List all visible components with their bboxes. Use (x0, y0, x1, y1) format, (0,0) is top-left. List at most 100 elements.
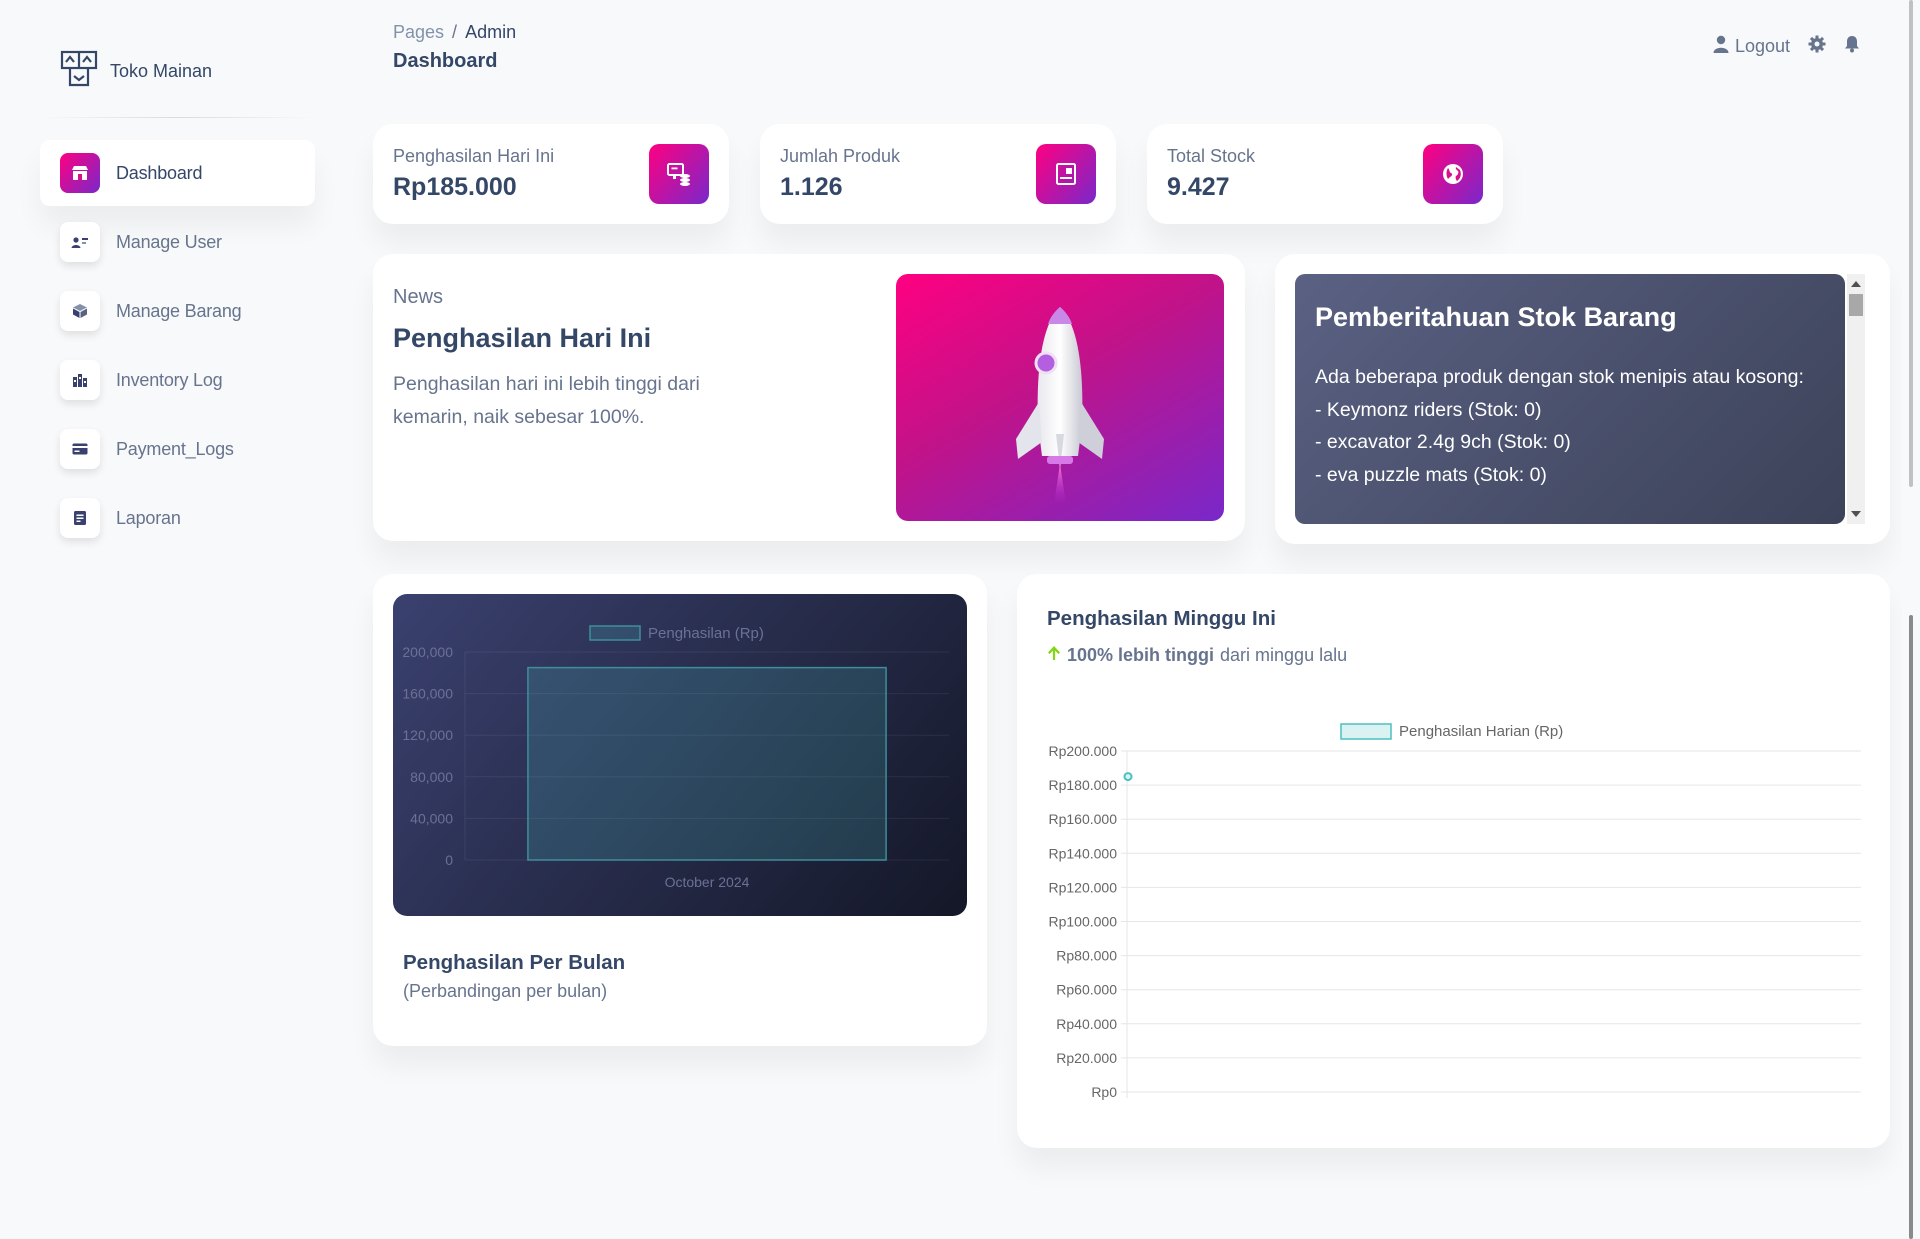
sidebar-item-inventory-log[interactable]: Inventory Log (40, 347, 315, 413)
stat-card-products: Jumlah Produk 1.126 (760, 124, 1116, 224)
notification-scroll-area[interactable]: Pemberitahuan Stok Barang Ada beberapa p… (1295, 274, 1845, 524)
y-tick-label: Rp140.000 (1048, 845, 1117, 861)
page-scroll-thumb[interactable] (1909, 615, 1913, 1239)
bar (527, 666, 887, 861)
news-text: Penghasilan hari ini lebih tinggi dari k… (393, 373, 700, 428)
notification-panel: Pemberitahuan Stok Barang Ada beberapa p… (1295, 274, 1845, 524)
weekly-rest: dari minggu lalu (1220, 645, 1348, 665)
brand[interactable]: Toko Mainan (60, 50, 212, 93)
rocket-icon (1016, 307, 1104, 504)
breadcrumb: Pages / Admin (393, 22, 516, 43)
weekly-income-card: Penghasilan Minggu Ini 100% lebih tinggi… (1017, 574, 1890, 1148)
y-tick-label: 40,000 (410, 810, 453, 826)
sidebar-item-label: Dashboard (116, 162, 203, 183)
credit-card-icon (60, 429, 100, 469)
logout-label: Logout (1734, 36, 1790, 56)
x-tick-label: October 2024 (665, 874, 750, 890)
stock-notification-card: Pemberitahuan Stok Barang Ada beberapa p… (1275, 254, 1890, 544)
stat-value: 9.427 (1167, 173, 1230, 201)
stat-label: Penghasilan Hari Ini (393, 146, 555, 166)
sidebar-item-label: Inventory Log (116, 369, 223, 390)
news-card: News Penghasilan Hari Ini Penghasilan ha… (373, 254, 1245, 541)
monthly-chart-subtitle: (Perbandingan per bulan) (403, 981, 608, 1001)
shop-icon (60, 153, 100, 193)
user-cards-icon (60, 222, 100, 262)
legend-label: Penghasilan Harian (Rp) (1399, 723, 1563, 740)
page-scroll-track-top (1909, 0, 1913, 487)
scroll-up-arrow-icon[interactable] (1851, 281, 1861, 287)
sidebar-item-label: Payment_Logs (116, 438, 234, 459)
y-tick-label: Rp0 (1091, 1084, 1117, 1100)
scroll-thumb[interactable] (1849, 294, 1863, 316)
weekly-chart-subtitle: 100% lebih tinggi dari minggu lalu (1047, 645, 1347, 666)
warehouse-icon (60, 360, 100, 400)
y-tick-label: Rp40.000 (1056, 1016, 1117, 1032)
sidebar-item-label: Manage Barang (116, 300, 242, 321)
notification-scrollbar[interactable] (1847, 274, 1865, 524)
store-logo-icon (60, 50, 98, 93)
notification-line: - excavator 2.4g 9ch (Stok: 0) (1315, 431, 1571, 453)
stat-label: Jumlah Produk (780, 146, 901, 166)
product-icon (1036, 144, 1096, 204)
stat-card-stock: Total Stock 9.427 (1147, 124, 1503, 224)
box-icon (60, 291, 100, 331)
weekly-highlight: 100% lebih tinggi (1067, 645, 1215, 665)
breadcrumb-root[interactable]: Pages (393, 22, 444, 42)
notification-line: - eva puzzle mats (Stok: 0) (1315, 463, 1547, 486)
document-icon (60, 498, 100, 538)
notification-line: - Keymonz riders (Stok: 0) (1315, 398, 1542, 421)
sidebar-item-label: Manage User (116, 231, 222, 252)
y-tick-label: 200,000 (402, 644, 453, 660)
money-coins-icon (649, 144, 709, 204)
y-tick-label: Rp160.000 (1048, 811, 1117, 827)
weekly-line-chart: Rp200.000 Rp180.000 Rp160.000 Rp140.000 Rp12… (1048, 723, 1861, 1100)
page-scrollbar[interactable] (1902, 0, 1920, 1239)
stat-card-income: Penghasilan Hari Ini Rp185.000 (373, 124, 729, 224)
user-icon (1713, 35, 1729, 58)
news-subtitle: News (393, 286, 444, 308)
y-tick-label: Rp80.000 (1056, 948, 1117, 964)
notification-intro: Ada beberapa produk dengan stok menipis … (1315, 366, 1804, 388)
notification-title: Pemberitahuan Stok Barang (1315, 302, 1677, 332)
brand-name: Toko Mainan (110, 61, 213, 81)
y-tick-label: 80,000 (410, 769, 453, 785)
monthly-income-card: 200,000 160,000 120,000 80,000 40,000 0 Octobe… (373, 574, 987, 1046)
y-tick-label: 0 (445, 852, 453, 868)
sidebar-nav: Dashboard Manage User Manage Barang Inve… (40, 140, 315, 554)
logout-link[interactable]: Logout (1713, 35, 1790, 58)
sidebar-item-label: Laporan (116, 507, 181, 528)
monthly-chart-title: Penghasilan Per Bulan (403, 951, 626, 974)
breadcrumb-separator: / (452, 22, 458, 42)
legend-swatch (589, 625, 641, 641)
sidebar-divider (40, 117, 315, 118)
monthly-chart-panel: 200,000 160,000 120,000 80,000 40,000 0 Octobe… (393, 594, 967, 916)
scroll-down-arrow-icon[interactable] (1851, 511, 1861, 517)
page-title: Dashboard (393, 50, 498, 72)
gear-icon[interactable] (1808, 35, 1826, 58)
y-tick-label: Rp120.000 (1048, 879, 1117, 895)
y-tick-label: Rp100.000 (1048, 914, 1117, 930)
news-title: Penghasilan Hari Ini (393, 323, 652, 353)
y-tick-label: Rp60.000 (1056, 982, 1117, 998)
y-tick-label: Rp20.000 (1056, 1050, 1117, 1066)
sidebar-item-payment-logs[interactable]: Payment_Logs (40, 416, 315, 482)
weekly-chart-title: Penghasilan Minggu Ini (1047, 607, 1276, 630)
stat-value: 1.126 (780, 173, 843, 201)
top-nav: Logout (1713, 35, 1860, 58)
bell-icon[interactable] (1844, 35, 1860, 58)
y-tick-label: Rp180.000 (1048, 777, 1117, 793)
rocket-illustration (896, 274, 1224, 521)
data-point (1123, 772, 1133, 782)
sidebar-item-manage-user[interactable]: Manage User (40, 209, 315, 275)
sidebar-item-dashboard[interactable]: Dashboard (40, 140, 315, 206)
stat-value: Rp185.000 (393, 173, 517, 201)
sidebar-item-manage-barang[interactable]: Manage Barang (40, 278, 315, 344)
sidebar-item-laporan[interactable]: Laporan (40, 485, 315, 551)
breadcrumb-current: Admin (465, 22, 517, 42)
monthly-bar-chart: 200,000 160,000 120,000 80,000 40,000 0 Octobe… (402, 625, 949, 890)
y-tick-label: Rp200.000 (1048, 743, 1117, 759)
legend-swatch (1340, 723, 1392, 740)
arrow-up-icon (1047, 645, 1061, 666)
stat-label: Total Stock (1167, 146, 1256, 166)
sidebar: Toko Mainan Dashboard Manage User Manage… (0, 0, 330, 1239)
